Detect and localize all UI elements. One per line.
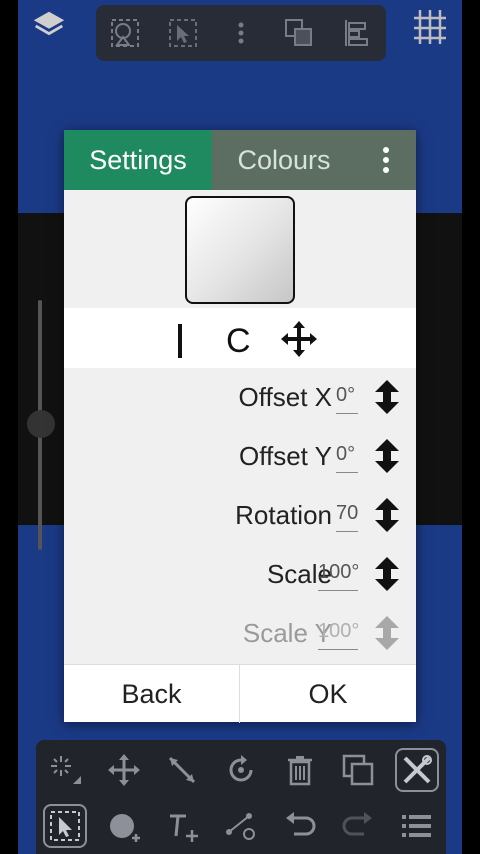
field-label: Offset Y (239, 441, 332, 471)
dialog-tab-bar: Settings Colours (64, 130, 416, 190)
selection-icon[interactable] (166, 16, 200, 50)
linear-mode-icon[interactable] (178, 324, 182, 358)
rotate-icon[interactable] (219, 748, 263, 792)
field-label: Offset X (238, 382, 332, 412)
trash-icon[interactable] (278, 748, 322, 792)
field-value-input: 100° (318, 620, 358, 650)
move-icon[interactable] (280, 320, 318, 358)
move-icon[interactable] (102, 748, 146, 792)
settings-fields: Offset X0°Offset Y0°Rotation70°Scale100°… (64, 368, 416, 664)
field-row: Offset Y 0° (64, 427, 416, 486)
copy-icon[interactable] (336, 748, 380, 792)
up-down-arrows-icon[interactable] (373, 439, 401, 473)
field-value-input[interactable]: 0° (336, 443, 358, 473)
field-row: Rotation70° (64, 486, 416, 545)
up-down-arrows-icon[interactable] (373, 557, 401, 591)
fill-icon[interactable] (102, 804, 146, 848)
field-label: Rotation (235, 500, 332, 530)
field-row: Offset X 0° (64, 368, 416, 427)
list-icon[interactable] (395, 804, 439, 848)
tab-settings[interactable]: Settings (64, 130, 212, 190)
bottom-toolbar (36, 740, 446, 854)
up-down-arrows-icon[interactable] (373, 380, 401, 414)
grid-icon[interactable] (410, 6, 450, 46)
brush-size-slider-knob[interactable] (27, 410, 55, 438)
ok-button[interactable]: OK (240, 665, 416, 723)
more-vertical-icon[interactable] (356, 130, 416, 190)
settings-dialog: Settings Colours C Offset X 0° Offset Y 0° R… (64, 130, 416, 723)
back-button[interactable]: Back (64, 665, 240, 723)
field-row: Scale Y 100° (64, 604, 416, 663)
circular-mode-button[interactable]: C (226, 322, 251, 361)
up-down-arrows-icon[interactable] (373, 498, 401, 532)
field-value-input[interactable]: 100° (318, 561, 358, 591)
field-value-input[interactable]: 0° (336, 384, 358, 414)
tools-icon[interactable] (394, 748, 439, 792)
select-icon[interactable] (43, 804, 88, 848)
duplicate-layer-icon[interactable] (282, 16, 316, 50)
redo-icon[interactable] (336, 804, 380, 848)
field-row: Scale 100° (64, 545, 416, 604)
up-down-arrows-icon (375, 616, 399, 650)
magic-wand-icon[interactable] (43, 748, 87, 792)
align-icon[interactable] (340, 16, 374, 50)
dialog-buttons: Back OK (64, 664, 416, 723)
text-icon[interactable] (160, 804, 204, 848)
tab-colours[interactable]: Colours (212, 130, 356, 190)
nodes-icon[interactable] (219, 804, 263, 848)
line-icon[interactable] (160, 748, 204, 792)
undo-icon[interactable] (278, 804, 322, 848)
more-vertical-icon[interactable] (224, 16, 258, 50)
layers-icon[interactable] (30, 6, 68, 44)
mode-row: C (64, 308, 416, 368)
gradient-preview-swatch[interactable] (185, 196, 295, 304)
transparency-icon[interactable] (108, 16, 142, 50)
field-value-input[interactable]: 70° (336, 502, 358, 532)
preview-area (64, 190, 416, 308)
top-toolbar (96, 5, 386, 61)
